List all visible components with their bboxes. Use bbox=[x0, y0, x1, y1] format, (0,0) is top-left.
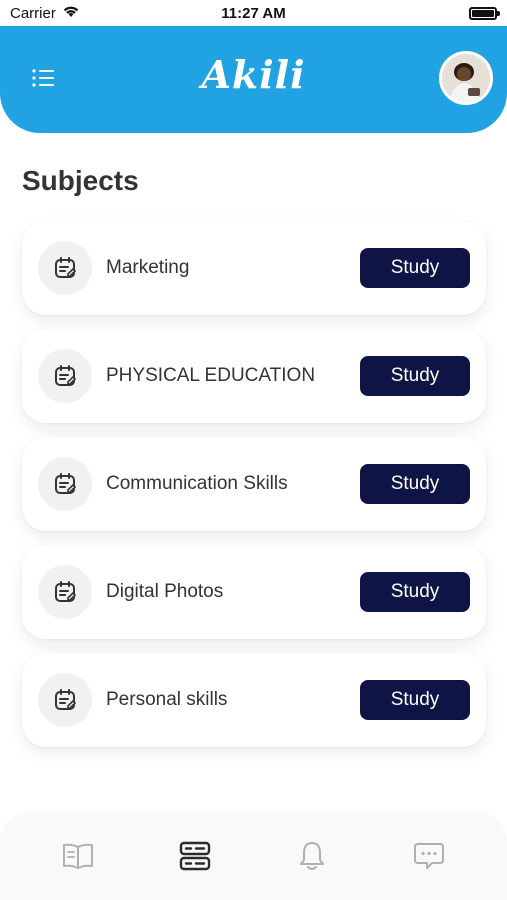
status-left: Carrier bbox=[10, 4, 80, 22]
study-button[interactable]: Study bbox=[360, 464, 470, 504]
nav-item-subjects[interactable] bbox=[175, 836, 215, 876]
nav-item-chat[interactable] bbox=[409, 836, 449, 876]
status-bar: Carrier 11:27 AM bbox=[0, 0, 507, 26]
subject-card: Digital Photos Study bbox=[22, 545, 486, 639]
status-time: 11:27 AM bbox=[221, 4, 286, 22]
page-title: Subjects bbox=[22, 165, 139, 196]
notes-icon bbox=[38, 565, 92, 619]
study-button[interactable]: Study bbox=[360, 572, 470, 612]
subject-card: Marketing Study bbox=[22, 221, 486, 315]
bell-icon bbox=[299, 842, 324, 870]
subject-name: PHYSICAL EDUCATION bbox=[106, 365, 316, 386]
subject-name: Marketing bbox=[106, 257, 190, 278]
subject-card: Communication Skills Study bbox=[22, 437, 486, 531]
book-icon bbox=[63, 843, 94, 869]
subject-card: Personal skills Study bbox=[22, 653, 486, 747]
carrier-label: Carrier bbox=[10, 4, 56, 22]
wifi-icon bbox=[62, 4, 80, 22]
notes-icon bbox=[38, 349, 92, 403]
study-button[interactable]: Study bbox=[360, 356, 470, 396]
nav-item-notifications[interactable] bbox=[292, 836, 332, 876]
study-button[interactable]: Study bbox=[360, 248, 470, 288]
subjects-list-icon bbox=[179, 841, 211, 871]
bottom-nav bbox=[0, 812, 507, 900]
subject-name: Communication Skills bbox=[106, 473, 288, 494]
nav-item-book[interactable] bbox=[58, 836, 98, 876]
chat-icon bbox=[413, 843, 444, 869]
study-button[interactable]: Study bbox=[360, 680, 470, 720]
subject-name: Digital Photos bbox=[106, 581, 224, 602]
subject-card: PHYSICAL EDUCATION Study bbox=[22, 329, 486, 423]
subject-list: Marketing Study PHYSICAL EDUCATION Study bbox=[22, 221, 486, 761]
notes-icon bbox=[38, 241, 92, 295]
notes-icon bbox=[38, 457, 92, 511]
avatar[interactable] bbox=[439, 51, 493, 105]
battery-icon bbox=[469, 6, 500, 20]
notes-icon bbox=[38, 673, 92, 727]
app-header: Akili bbox=[0, 26, 507, 133]
app-logo: Akili bbox=[201, 52, 306, 97]
subject-name: Personal skills bbox=[106, 689, 228, 710]
